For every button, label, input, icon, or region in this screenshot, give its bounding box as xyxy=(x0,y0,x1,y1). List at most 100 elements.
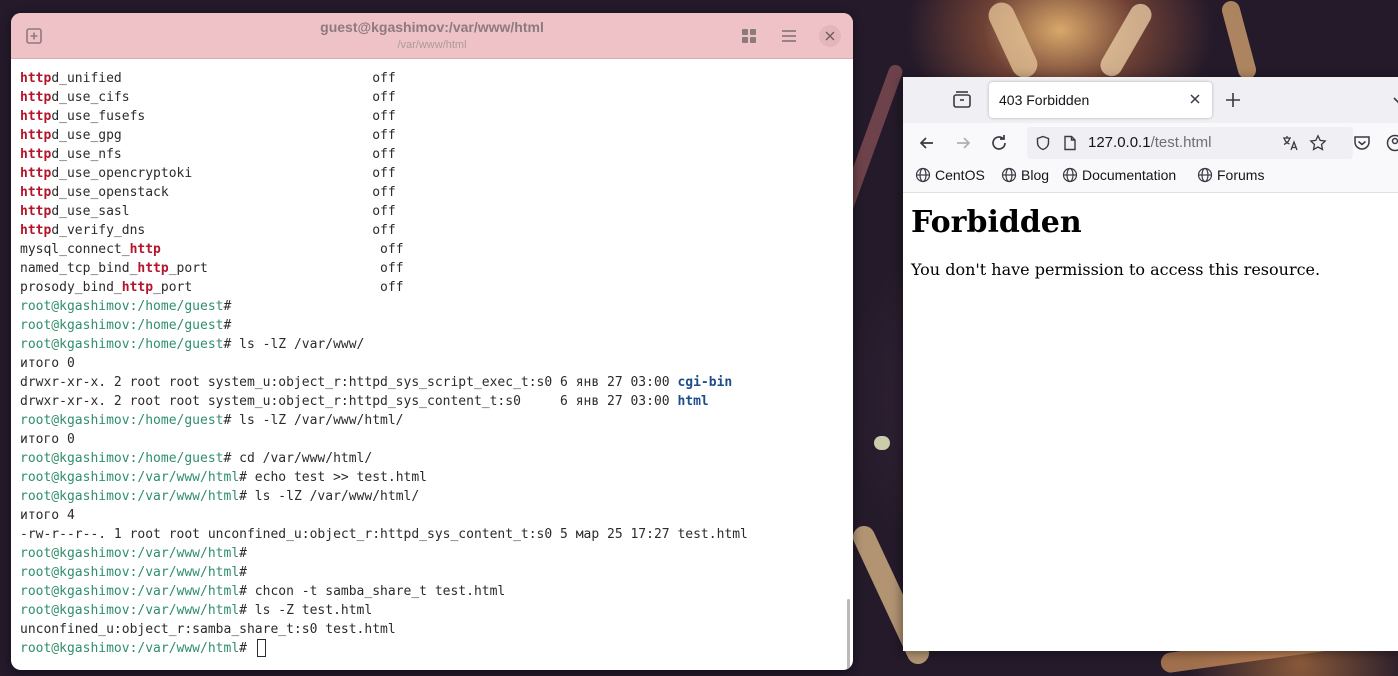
back-arrow-icon[interactable] xyxy=(917,133,937,153)
tab-list-icon[interactable] xyxy=(951,89,973,111)
terminal-title: guest@kgashimov:/var/www/html xyxy=(320,19,544,35)
terminal-text: http xyxy=(20,223,52,238)
terminal-line: httpd_use_fusefs off xyxy=(20,107,841,126)
terminal-text: d_use_gpg off xyxy=(51,128,396,143)
tab-active[interactable]: 403 Forbidden xyxy=(989,82,1212,118)
terminal-text: http xyxy=(20,147,52,162)
bookmark-label: Documentation xyxy=(1082,167,1177,183)
terminal-text: # cd /var/www/html/ xyxy=(223,451,373,466)
terminal-line: -rw-r--r--. 1 root root unconfined_u:obj… xyxy=(20,525,841,544)
url-path: /test.html xyxy=(1150,134,1212,151)
terminal-line: итого 0 xyxy=(20,430,841,449)
terminal-text: d_use_nfs off xyxy=(51,147,396,162)
reload-icon[interactable] xyxy=(989,133,1009,153)
nav-bar: 127.0.0.1/test.html xyxy=(903,123,1398,163)
terminal-text: d_use_cifs off xyxy=(51,90,396,105)
shell-prompt: root@kgashimov:/home/guest xyxy=(20,318,224,333)
terminal-line: drwxr-xr-x. 2 root root system_u:object_… xyxy=(20,373,841,392)
terminal-text: http xyxy=(20,166,52,181)
grid-icon[interactable] xyxy=(739,26,759,46)
terminal-scrollbar[interactable] xyxy=(847,599,850,670)
bookmark-star-icon[interactable] xyxy=(1309,134,1327,152)
tab-bar: 403 Forbidden xyxy=(903,77,1398,123)
hamburger-menu-icon[interactable] xyxy=(779,26,799,46)
terminal-line: root@kgashimov:/var/www/html# xyxy=(20,563,841,582)
directory-name: html xyxy=(677,394,709,409)
pocket-icon[interactable] xyxy=(1352,133,1372,153)
terminal-text: off xyxy=(160,242,404,257)
bookmark-item[interactable]: CentOS xyxy=(915,167,985,183)
terminal-line: root@kgashimov:/home/guest# xyxy=(20,316,841,335)
terminal-text: http xyxy=(20,71,52,86)
bookmark-label: Blog xyxy=(1021,167,1050,183)
terminal-text: # xyxy=(223,299,232,314)
wallpaper-branch xyxy=(1096,0,1156,81)
terminal-text: prosody_bind_ xyxy=(20,280,122,295)
terminal-text: d_use_sasl off xyxy=(51,204,396,219)
terminal-text: drwxr-xr-x. 2 root root system_u:object_… xyxy=(20,375,678,390)
shell-prompt: root@kgashimov:/var/www/html xyxy=(20,489,240,504)
terminal-text: d_use_opencryptoki off xyxy=(51,166,396,181)
new-tab-icon[interactable] xyxy=(1223,90,1243,110)
url-host: 127.0.0.1 xyxy=(1088,134,1151,151)
globe-icon xyxy=(1001,167,1017,183)
terminal-line: httpd_use_nfs off xyxy=(20,145,841,164)
translate-icon[interactable] xyxy=(1281,134,1299,152)
terminal-text: _port off xyxy=(168,261,404,276)
terminal-window[interactable]: guest@kgashimov:/var/www/html /var/www/h… xyxy=(11,13,853,670)
terminal-text: d_unified off xyxy=(51,71,396,86)
bookmark-label: CentOS xyxy=(935,167,985,183)
shell-prompt: root@kgashimov:/home/guest xyxy=(20,413,224,428)
terminal-text: http xyxy=(121,280,154,295)
shell-prompt: root@kgashimov:/home/guest xyxy=(20,337,224,352)
terminal-line: root@kgashimov:/var/www/html# ls -lZ /va… xyxy=(20,487,841,506)
globe-icon xyxy=(1197,167,1213,183)
terminal-text: # ls -lZ /var/www/html/ xyxy=(239,489,420,504)
wallpaper-branch xyxy=(1219,0,1259,81)
bookmarks-toolbar: CentOS Blog Documentation Forums xyxy=(903,163,1398,193)
page-icon[interactable] xyxy=(1063,135,1077,151)
terminal-line: root@kgashimov:/home/guest# xyxy=(20,297,841,316)
page-message: You don't have permission to access this… xyxy=(911,260,1321,279)
shell-prompt: root@kgashimov:/var/www/html xyxy=(20,546,240,561)
terminal-text: mysql_connect_ xyxy=(20,242,130,257)
directory-name: cgi-bin xyxy=(677,375,733,390)
terminal-line: root@kgashimov:/home/guest# ls -lZ /var/… xyxy=(20,411,841,430)
shell-prompt: root@kgashimov:/var/www/html xyxy=(20,470,240,485)
terminal-text: http xyxy=(129,242,161,257)
terminal-header[interactable]: guest@kgashimov:/var/www/html /var/www/h… xyxy=(11,13,853,59)
shell-prompt: root@kgashimov:/home/guest xyxy=(20,451,224,466)
terminal-line: итого 0 xyxy=(20,354,841,373)
terminal-line: root@kgashimov:/home/guest# ls -lZ /var/… xyxy=(20,335,841,354)
globe-icon xyxy=(915,167,931,183)
terminal-text: http xyxy=(137,261,169,276)
terminal-text: http xyxy=(20,204,52,219)
terminal-line: httpd_use_openstack off xyxy=(20,183,841,202)
bookmark-item[interactable]: Documentation xyxy=(1062,167,1176,183)
terminal-text: # ls -Z test.html xyxy=(239,603,373,618)
terminal-output[interactable]: httpd_unified off httpd_use_cifs off httpd… xyxy=(20,69,841,658)
terminal-text: # chcon -t samba_share_t test.html xyxy=(239,584,506,599)
bookmark-item[interactable]: Forums xyxy=(1197,167,1264,183)
terminal-line: httpd_use_sasl off xyxy=(20,202,841,221)
bookmark-item[interactable]: Blog xyxy=(1001,167,1049,183)
terminal-line: root@kgashimov:/home/guest# cd /var/www/… xyxy=(20,449,841,468)
url-text[interactable]: 127.0.0.1/test.html xyxy=(1088,134,1211,151)
terminal-text: # ls -lZ /var/www/ xyxy=(223,337,365,352)
terminal-line: httpd_verify_dns off xyxy=(20,221,841,240)
forward-arrow-icon[interactable] xyxy=(953,133,973,153)
close-icon[interactable] xyxy=(819,25,841,47)
terminal-text: http xyxy=(20,109,52,124)
url-bar[interactable]: 127.0.0.1/test.html xyxy=(1027,127,1353,159)
browser-window[interactable]: 403 Forbidden 127.0.0.1/test.html CentOS… xyxy=(903,77,1398,651)
account-icon[interactable] xyxy=(1385,133,1398,153)
shell-prompt: root@kgashimov:/var/www/html xyxy=(20,584,240,599)
terminal-line: mysql_connect_http off xyxy=(20,240,841,259)
chevron-down-icon[interactable] xyxy=(1391,92,1398,108)
terminal-subtitle: /var/www/html xyxy=(397,39,467,51)
shield-icon[interactable] xyxy=(1035,135,1051,151)
close-icon[interactable] xyxy=(1188,92,1202,106)
terminal-text: http xyxy=(20,90,52,105)
terminal-text: # echo test >> test.html xyxy=(239,470,427,485)
terminal-text: # xyxy=(223,318,232,333)
